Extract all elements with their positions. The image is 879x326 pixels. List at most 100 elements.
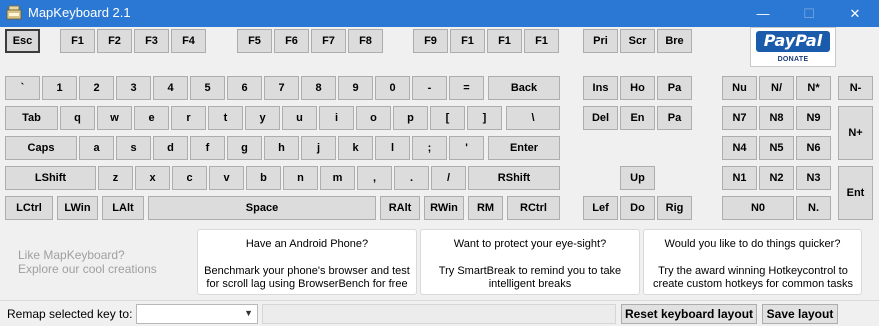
key-num-divide[interactable]: N/ xyxy=(759,76,794,100)
key-right-bracket[interactable]: ] xyxy=(467,106,502,130)
key-home[interactable]: Ho xyxy=(620,76,655,100)
key-s[interactable]: s xyxy=(116,136,151,160)
key-esc[interactable]: Esc xyxy=(5,29,40,53)
key-right-menu[interactable]: RM xyxy=(468,196,503,220)
key-num-7[interactable]: N7 xyxy=(722,106,757,130)
key-backtick[interactable]: ` xyxy=(5,76,40,100)
key-caps-lock[interactable]: Caps xyxy=(5,136,77,160)
reset-keyboard-layout-button[interactable]: Reset keyboard layout xyxy=(621,304,757,324)
key-2[interactable]: 2 xyxy=(79,76,114,100)
key-num-2[interactable]: N2 xyxy=(759,166,794,190)
key-f3[interactable]: F3 xyxy=(134,29,169,53)
key-left-shift[interactable]: LShift xyxy=(5,166,96,190)
key-d[interactable]: d xyxy=(153,136,188,160)
key-period[interactable]: . xyxy=(394,166,429,190)
key-x[interactable]: x xyxy=(135,166,170,190)
key-right-shift[interactable]: RShift xyxy=(468,166,560,190)
key-slash[interactable]: / xyxy=(431,166,466,190)
key-insert[interactable]: Ins xyxy=(583,76,618,100)
remap-key-dropdown[interactable]: ▼ xyxy=(136,304,258,324)
key-num-6[interactable]: N6 xyxy=(796,136,831,160)
key-j[interactable]: j xyxy=(301,136,336,160)
key-left-win[interactable]: LWin xyxy=(57,196,98,220)
paypal-donate-button[interactable]: PayPal DONATE xyxy=(750,27,836,67)
key-4[interactable]: 4 xyxy=(153,76,188,100)
key-num-decimal[interactable]: N. xyxy=(796,196,831,220)
key-h[interactable]: h xyxy=(264,136,299,160)
key-q[interactable]: q xyxy=(60,106,95,130)
key-1[interactable]: 1 xyxy=(42,76,77,100)
key-o[interactable]: o xyxy=(356,106,391,130)
key-z[interactable]: z xyxy=(98,166,133,190)
key-enter[interactable]: Enter xyxy=(488,136,560,160)
promo-card-browserbench[interactable]: Have an Android Phone? Benchmark your ph… xyxy=(197,229,417,295)
key-num-8[interactable]: N8 xyxy=(759,106,794,130)
key-f5[interactable]: F5 xyxy=(237,29,272,53)
key-r[interactable]: r xyxy=(171,106,206,130)
key-end[interactable]: En xyxy=(620,106,655,130)
key-right-alt[interactable]: RAlt xyxy=(380,196,420,220)
key-quote[interactable]: ' xyxy=(449,136,484,160)
key-num-lock[interactable]: Nu xyxy=(722,76,757,100)
key-arrow-down[interactable]: Do xyxy=(620,196,655,220)
key-y[interactable]: y xyxy=(245,106,280,130)
key-u[interactable]: u xyxy=(282,106,317,130)
key-arrow-right[interactable]: Rig xyxy=(657,196,692,220)
key-backspace[interactable]: Back xyxy=(488,76,560,100)
key-f10[interactable]: F1 xyxy=(450,29,485,53)
save-layout-button[interactable]: Save layout xyxy=(762,304,838,324)
key-b[interactable]: b xyxy=(246,166,281,190)
key-w[interactable]: w xyxy=(97,106,132,130)
close-button[interactable]: ✕ xyxy=(832,0,878,27)
key-f9[interactable]: F9 xyxy=(413,29,448,53)
key-i[interactable]: i xyxy=(319,106,354,130)
key-left-ctrl[interactable]: LCtrl xyxy=(5,196,53,220)
key-print-screen[interactable]: Pri xyxy=(583,29,618,53)
key-backslash[interactable]: \ xyxy=(506,106,560,130)
key-t[interactable]: t xyxy=(208,106,243,130)
key-tab[interactable]: Tab xyxy=(5,106,58,130)
key-left-bracket[interactable]: [ xyxy=(430,106,465,130)
promo-card-hotkeycontrol[interactable]: Would you like to do things quicker? Try… xyxy=(643,229,862,295)
key-p[interactable]: p xyxy=(393,106,428,130)
key-8[interactable]: 8 xyxy=(301,76,336,100)
key-k[interactable]: k xyxy=(338,136,373,160)
key-f12[interactable]: F1 xyxy=(524,29,559,53)
key-m[interactable]: m xyxy=(320,166,355,190)
key-c[interactable]: c xyxy=(172,166,207,190)
key-arrow-left[interactable]: Lef xyxy=(583,196,618,220)
key-0[interactable]: 0 xyxy=(375,76,410,100)
key-break[interactable]: Bre xyxy=(657,29,692,53)
key-num-minus[interactable]: N- xyxy=(838,76,873,100)
key-num-0[interactable]: N0 xyxy=(722,196,794,220)
key-a[interactable]: a xyxy=(79,136,114,160)
key-f1[interactable]: F1 xyxy=(60,29,95,53)
key-semicolon[interactable]: ; xyxy=(412,136,447,160)
key-v[interactable]: v xyxy=(209,166,244,190)
minimize-button[interactable]: — xyxy=(740,0,786,27)
chevron-down-icon[interactable]: ▼ xyxy=(244,308,253,318)
key-num-multiply[interactable]: N* xyxy=(796,76,831,100)
maximize-button[interactable]: ☐ xyxy=(786,0,832,27)
key-f[interactable]: f xyxy=(190,136,225,160)
key-f7[interactable]: F7 xyxy=(311,29,346,53)
key-delete[interactable]: Del xyxy=(583,106,618,130)
key-6[interactable]: 6 xyxy=(227,76,262,100)
key-comma[interactable]: , xyxy=(357,166,392,190)
key-page-down[interactable]: Pa xyxy=(657,106,692,130)
key-page-up[interactable]: Pa xyxy=(657,76,692,100)
key-7[interactable]: 7 xyxy=(264,76,299,100)
key-5[interactable]: 5 xyxy=(190,76,225,100)
key-9[interactable]: 9 xyxy=(338,76,373,100)
key-f11[interactable]: F1 xyxy=(487,29,522,53)
key-num-5[interactable]: N5 xyxy=(759,136,794,160)
key-g[interactable]: g xyxy=(227,136,262,160)
key-3[interactable]: 3 xyxy=(116,76,151,100)
key-l[interactable]: l xyxy=(375,136,410,160)
key-e[interactable]: e xyxy=(134,106,169,130)
key-num-enter[interactable]: Ent xyxy=(838,166,873,220)
key-num-3[interactable]: N3 xyxy=(796,166,831,190)
promo-card-smartbreak[interactable]: Want to protect your eye-sight? Try Smar… xyxy=(420,229,640,295)
key-arrow-up[interactable]: Up xyxy=(620,166,655,190)
key-left-alt[interactable]: LAlt xyxy=(102,196,144,220)
